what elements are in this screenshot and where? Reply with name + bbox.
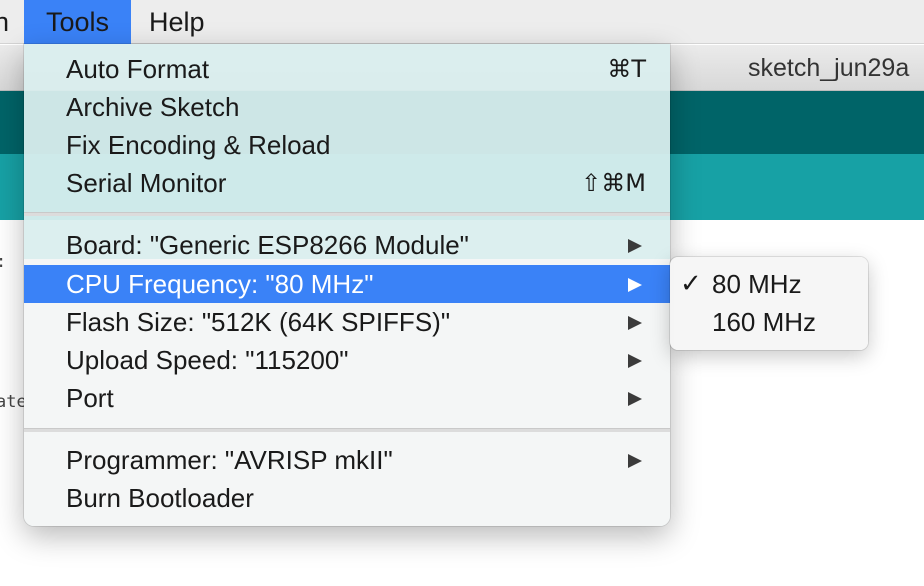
triangle-right-icon [628,354,642,368]
menu-item-cpu-frequency[interactable]: CPU Frequency: "80 MHz" [24,265,670,303]
submenu-item-label: 160 MHz [712,307,817,337]
cpu-frequency-submenu: ✓ 80 MHz 160 MHz [670,257,868,350]
code-fragment: ate [0,392,27,412]
submenu-item-80mhz[interactable]: ✓ 80 MHz [670,265,868,303]
triangle-right-icon [628,239,642,253]
menu-help[interactable]: Help [149,0,205,44]
menu-separator [24,212,670,216]
menu-separator [24,428,670,432]
menu-item-board[interactable]: Board: "Generic ESP8266 Module" [24,226,670,264]
menu-item-upload-speed[interactable]: Upload Speed: "115200" [24,341,670,379]
triangle-right-icon [628,316,642,330]
code-fragment: : [0,252,6,272]
menu-item-programmer[interactable]: Programmer: "AVRISP mkII" [24,441,670,479]
menu-item-shortcut: ⇧⌘M [581,169,646,197]
menu-item-label: Flash Size: "512K (64K SPIFFS)" [66,307,451,337]
submenu-item-label: 80 MHz [712,269,802,299]
menu-item-label: Programmer: "AVRISP mkII" [66,445,393,475]
menu-item-label: CPU Frequency: "80 MHz" [66,269,374,299]
menu-item-archive-sketch[interactable]: Archive Sketch [24,88,670,126]
menu-item-flash-size[interactable]: Flash Size: "512K (64K SPIFFS)" [24,303,670,341]
menu-item-label: Auto Format [66,54,210,84]
menu-item-fix-encoding[interactable]: Fix Encoding & Reload [24,126,670,164]
menubar: n Tools Help [0,0,924,44]
menu-item-label: Upload Speed: "115200" [66,345,349,375]
menu-item-auto-format[interactable]: Auto Format ⌘T [24,50,670,88]
triangle-right-icon [628,278,642,292]
menu-item-label: Serial Monitor [66,168,227,198]
menu-item-shortcut: ⌘T [607,55,646,83]
menu-item-port[interactable]: Port [24,379,670,417]
menu-tools[interactable]: Tools [24,0,131,44]
tools-menu: Auto Format ⌘T Archive Sketch Fix Encodi… [24,44,670,526]
menu-item-label: Fix Encoding & Reload [66,130,331,160]
menu-item-serial-monitor[interactable]: Serial Monitor ⇧⌘M [24,164,670,202]
triangle-right-icon [628,392,642,406]
menu-item-label: Port [66,383,114,413]
triangle-right-icon [628,454,642,468]
menu-partial-left[interactable]: n [0,0,10,44]
menu-item-label: Archive Sketch [66,92,240,122]
menu-item-label: Burn Bootloader [66,483,254,513]
menu-item-burn-bootloader[interactable]: Burn Bootloader [24,479,670,517]
submenu-item-160mhz[interactable]: 160 MHz [670,303,868,341]
menu-item-label: Board: "Generic ESP8266 Module" [66,230,469,260]
window-title: sketch_jun29a [748,54,910,82]
checkmark-icon: ✓ [680,269,702,299]
